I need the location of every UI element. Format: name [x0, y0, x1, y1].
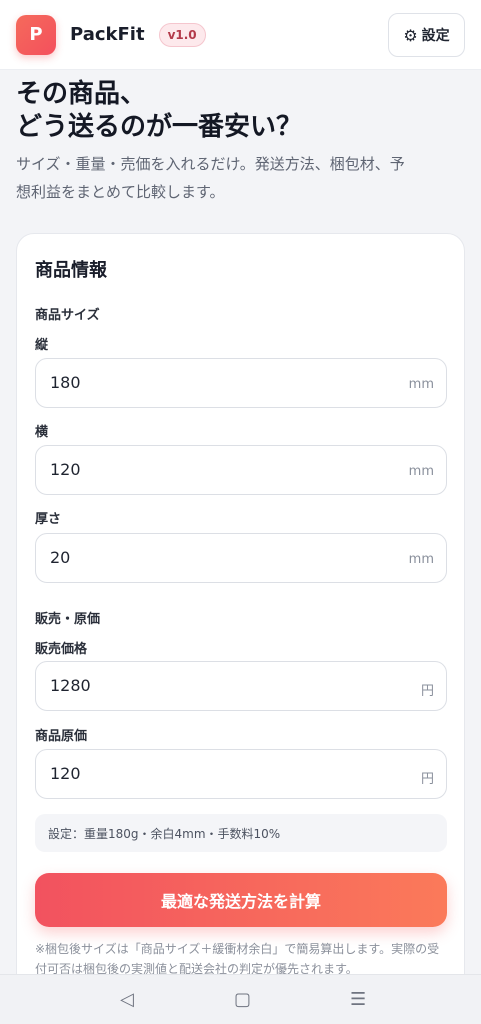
price-label: 販売価格	[35, 642, 88, 657]
price-value: 1280	[50, 676, 91, 695]
version-badge: v1.0	[158, 22, 206, 47]
product-info-card: 商品情報 商品サイズ 縦 180 mm 横 120 mm 厚さ 20 mm 販売…	[16, 233, 465, 993]
size-section-label: 商品サイズ	[35, 308, 100, 323]
width-unit: mm	[408, 464, 434, 479]
width-value: 120	[50, 460, 81, 479]
back-icon[interactable]: ◁	[120, 989, 134, 1010]
price-unit: 円	[420, 684, 434, 699]
cost-value: 120	[50, 764, 81, 783]
settings-note: 設定：重量180g・余白4mm・手数料10%	[35, 814, 447, 852]
hero-title: その商品、 どう送るのが一番安い？	[16, 78, 466, 144]
price-section-label: 販売・原価	[35, 612, 101, 627]
thickness-value: 20	[50, 548, 71, 567]
length-value: 180	[50, 373, 81, 392]
settings-button[interactable]: ⚙ 設定	[388, 13, 465, 57]
cost-unit: 円	[420, 772, 434, 787]
calculate-button[interactable]: 最適な発送方法を計算	[35, 873, 447, 927]
app-logo: P	[16, 14, 56, 55]
thickness-input[interactable]: 20 mm	[35, 533, 447, 583]
thickness-label: 厚さ	[35, 512, 62, 527]
width-input[interactable]: 120 mm	[35, 445, 447, 495]
thickness-unit: mm	[408, 552, 434, 567]
system-nav-bar: ◁ ▢ ☰	[0, 974, 481, 1024]
home-icon[interactable]: ▢	[234, 989, 251, 1010]
card-title: 商品情報	[35, 260, 107, 281]
app-name: PackFit	[70, 24, 145, 45]
price-input[interactable]: 1280 円	[35, 661, 447, 711]
hero-title-line2: どう送るのが一番安い？	[16, 112, 303, 142]
width-label: 横	[35, 425, 49, 440]
length-label: 縦	[35, 338, 49, 353]
disclaimer-text: ※梱包後サイズは「商品サイズ＋緩衝材余白」で簡易算出します。実際の受付可否は梱包…	[35, 942, 440, 976]
app-header: P PackFit v1.0 ⚙ 設定	[0, 0, 481, 70]
settings-label: 設定	[421, 28, 450, 44]
hero-subtitle: サイズ・重量・売価を入れるだけ。発送方法、梱包材、予想利益をまとめて比較します。	[16, 155, 405, 201]
hero-title-line1: その商品、	[16, 79, 147, 109]
menu-icon[interactable]: ☰	[350, 989, 366, 1010]
cost-input[interactable]: 120 円	[35, 749, 447, 799]
gear-icon: ⚙	[403, 25, 418, 45]
length-unit: mm	[408, 377, 434, 392]
length-input[interactable]: 180 mm	[35, 358, 447, 408]
cost-label: 商品原価	[35, 729, 88, 744]
